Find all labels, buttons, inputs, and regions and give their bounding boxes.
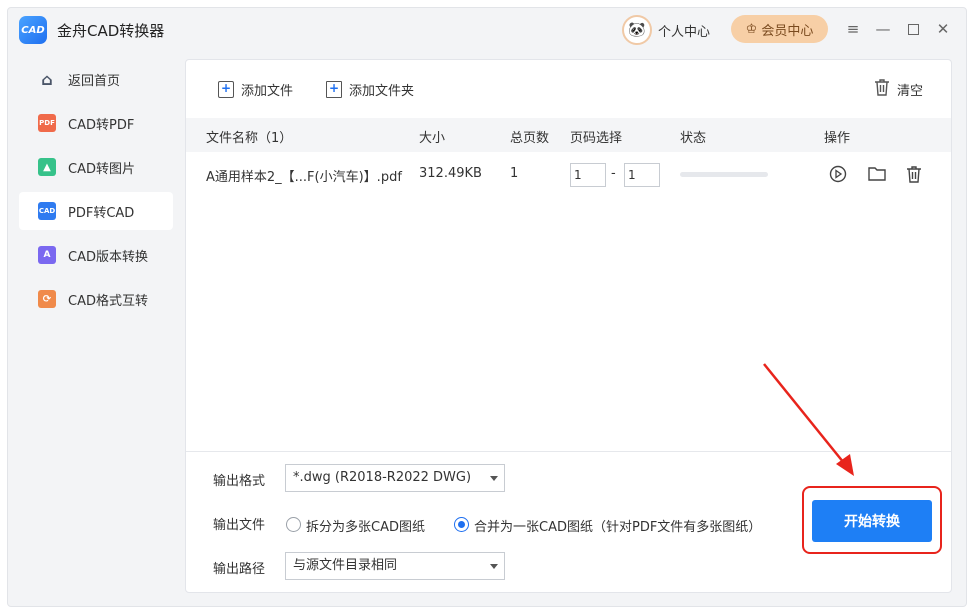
app-logo-icon: CAD xyxy=(19,16,47,44)
vip-center-button[interactable]: ♔ 会员中心 xyxy=(731,15,828,43)
format-icon: ⟳ xyxy=(38,290,56,308)
trash-icon xyxy=(874,78,890,100)
sidebar-item-label: CAD版本转换 xyxy=(68,249,148,265)
output-path-label: 输出路径 xyxy=(213,562,266,577)
header-size: 大小 xyxy=(419,131,446,146)
maximize-icon[interactable] xyxy=(902,18,924,40)
sidebar-item-cad-format[interactable]: ⟳ CAD格式互转 xyxy=(19,280,173,318)
add-file-label: 添加文件 xyxy=(241,83,294,99)
table-header: 文件名称（1） 大小 总页数 页码选择 状态 操作 xyxy=(186,118,951,152)
toolbar: + 添加文件 + 添加文件夹 清空 xyxy=(186,60,951,118)
page-separator: - xyxy=(611,166,616,181)
sidebar-item-label: CAD转图片 xyxy=(68,161,135,177)
header-page-select: 页码选择 xyxy=(570,131,623,146)
sidebar-item-label: 返回首页 xyxy=(68,73,121,89)
app-title: 金舟CAD转换器 xyxy=(57,22,165,40)
output-format-label: 输出格式 xyxy=(213,474,266,489)
sidebar-item-pdf-to-cad[interactable]: CAD PDF转CAD xyxy=(19,192,173,230)
chevron-down-icon xyxy=(490,564,498,569)
folder-icon[interactable] xyxy=(867,164,887,184)
sidebar: ⌂ 返回首页 PDF CAD转PDF ▲ CAD转图片 CAD PDF转CAD … xyxy=(8,60,184,324)
play-icon[interactable] xyxy=(828,164,848,184)
sidebar-item-label: CAD转PDF xyxy=(68,117,135,133)
delete-icon[interactable] xyxy=(904,164,924,184)
panda-avatar-icon: 🐼 xyxy=(622,15,652,45)
header-actions: 操作 xyxy=(824,131,851,146)
image-icon: ▲ xyxy=(38,158,56,176)
header-pages: 总页数 xyxy=(510,131,550,146)
page-to-input[interactable] xyxy=(624,163,660,187)
table-row: A通用样本2_【...F(小汽车)】.pdf 312.49KB 1 - xyxy=(186,152,951,196)
cad-icon: CAD xyxy=(38,202,56,220)
close-icon[interactable]: ✕ xyxy=(932,18,954,40)
pdf-icon: PDF xyxy=(38,114,56,132)
main-panel: + 添加文件 + 添加文件夹 清空 文件名称（1） 大小 总页数 页码选择 状态… xyxy=(185,59,952,593)
header-status: 状态 xyxy=(680,131,707,146)
minimize-icon[interactable]: — xyxy=(872,18,894,40)
option-split-label[interactable]: 拆分为多张CAD图纸 xyxy=(306,516,425,535)
title-bar: CAD 金舟CAD转换器 🐼 个人中心 ♔ 会员中心 ≡ — ✕ xyxy=(8,8,966,52)
home-icon: ⌂ xyxy=(41,69,53,89)
output-file-label: 输出文件 xyxy=(213,518,266,533)
output-path-value: 与源文件目录相同 xyxy=(293,558,398,573)
app-window: CAD 金舟CAD转换器 🐼 个人中心 ♔ 会员中心 ≡ — ✕ ⌂ 返回首页 … xyxy=(7,7,967,607)
header-name: 文件名称（1） xyxy=(206,131,293,146)
add-file-icon: + xyxy=(218,80,234,98)
radio-merge[interactable] xyxy=(454,517,469,532)
add-folder-button[interactable]: + 添加文件夹 xyxy=(326,78,414,100)
version-icon: A xyxy=(38,246,56,264)
output-file-options: 拆分为多张CAD图纸 合并为一张CAD图纸（针对PDF文件有多张图纸） xyxy=(286,514,806,536)
sidebar-item-label: PDF转CAD xyxy=(68,205,135,221)
clear-button[interactable]: 清空 xyxy=(874,78,923,100)
crown-icon: ♔ xyxy=(745,21,758,37)
file-name: A通用样本2_【...F(小汽车)】.pdf xyxy=(206,170,402,185)
page-from-input[interactable] xyxy=(570,163,606,187)
start-convert-button[interactable]: 开始转换 xyxy=(812,500,932,542)
output-format-value: *.dwg (R2018-R2022 DWG) xyxy=(293,470,472,485)
chevron-down-icon xyxy=(490,476,498,481)
user-center-button[interactable]: 🐼 个人中心 xyxy=(622,15,710,45)
add-folder-icon: + xyxy=(326,80,342,98)
radio-split[interactable] xyxy=(286,517,301,532)
sidebar-item-label: CAD格式互转 xyxy=(68,293,148,309)
sidebar-item-home[interactable]: ⌂ 返回首页 xyxy=(19,60,173,98)
clear-label: 清空 xyxy=(897,83,924,99)
add-file-button[interactable]: + 添加文件 xyxy=(218,78,293,100)
sidebar-item-cad-version[interactable]: A CAD版本转换 xyxy=(19,236,173,274)
output-path-select[interactable]: 与源文件目录相同 xyxy=(285,552,505,580)
menu-icon[interactable]: ≡ xyxy=(842,18,864,40)
annotation-arrow xyxy=(763,363,854,476)
sidebar-item-cad-to-pdf[interactable]: PDF CAD转PDF xyxy=(19,104,173,142)
sidebar-item-cad-to-image[interactable]: ▲ CAD转图片 xyxy=(19,148,173,186)
add-folder-label: 添加文件夹 xyxy=(349,83,415,99)
output-format-select[interactable]: *.dwg (R2018-R2022 DWG) xyxy=(285,464,505,492)
vip-center-label: 会员中心 xyxy=(761,23,814,39)
option-merge-label[interactable]: 合并为一张CAD图纸（针对PDF文件有多张图纸） xyxy=(474,516,761,535)
file-pages: 1 xyxy=(510,166,519,181)
status-progress-bar xyxy=(680,172,768,177)
file-size: 312.49KB xyxy=(419,166,482,181)
user-center-label: 个人中心 xyxy=(658,24,711,40)
